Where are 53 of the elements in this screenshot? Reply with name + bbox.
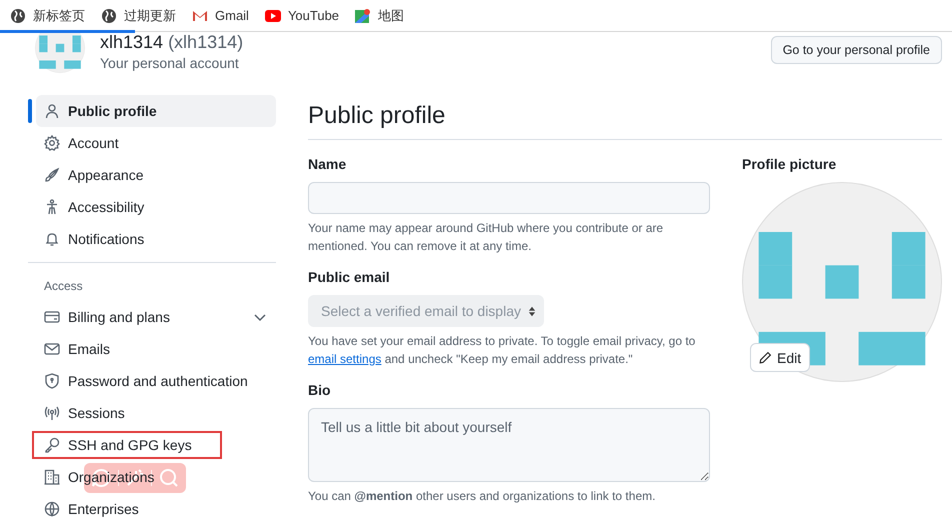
building-icon bbox=[44, 469, 60, 485]
sidebar-item[interactable]: Enterprises bbox=[36, 493, 276, 518]
profile-identicon bbox=[742, 182, 942, 382]
globe-icon bbox=[44, 501, 60, 517]
field-label: Public email bbox=[308, 269, 391, 287]
map-icon bbox=[355, 8, 372, 24]
play-icon bbox=[264, 8, 281, 24]
pencil-icon bbox=[759, 351, 772, 364]
broadcast-icon bbox=[44, 405, 60, 421]
sidebar-item[interactable]: Emails bbox=[36, 333, 276, 365]
sidebar-item[interactable]: Account bbox=[36, 127, 276, 159]
globe-icon bbox=[10, 8, 26, 24]
help-text: Your name may appear around GitHub where you contribute or are mentioned. You can remove it at any time. bbox=[308, 220, 664, 255]
shield-icon bbox=[44, 373, 60, 389]
avatar-identicon bbox=[35, 32, 85, 73]
field-label: Bio bbox=[308, 382, 332, 400]
selection-indicator bbox=[28, 99, 32, 123]
sidebar-item[interactable]: Accessibility bbox=[36, 191, 276, 223]
edit-button[interactable]: Edit bbox=[750, 343, 810, 372]
email-settings-link[interactable]: email settings bbox=[308, 352, 382, 366]
page-title: Public profile bbox=[308, 102, 942, 140]
accessibility-icon bbox=[44, 199, 60, 215]
sidebar-item[interactable]: Password and authentication bbox=[36, 365, 276, 397]
help-text: You have set your email address to private. To toggle email privacy, go to email settings and uncheck "Keep my email address private." bbox=[308, 333, 696, 368]
bookmark[interactable]: 新标签页 bbox=[10, 6, 85, 24]
sidebar-item[interactable]: Sessions bbox=[36, 397, 276, 429]
section-heading: Access bbox=[43, 278, 84, 295]
globe-icon bbox=[101, 8, 117, 24]
brush-icon bbox=[44, 167, 60, 183]
person-icon bbox=[44, 103, 60, 119]
bookmark[interactable]: 地图 bbox=[355, 6, 404, 24]
bookmark[interactable]: YouTube bbox=[264, 8, 340, 24]
bell-icon bbox=[44, 231, 60, 247]
sidebar-item[interactable]: Billing and plans bbox=[36, 301, 276, 333]
sort-icon bbox=[528, 306, 536, 316]
name-field[interactable] bbox=[308, 182, 710, 214]
mail-icon bbox=[44, 341, 60, 357]
profile-button[interactable]: Go to your personal profile bbox=[770, 36, 942, 64]
account-name: xlh1314 (xlh1314) bbox=[100, 32, 244, 52]
field-label: Name bbox=[308, 156, 348, 174]
key-icon bbox=[44, 437, 60, 453]
sidebar-item[interactable]: Appearance bbox=[36, 159, 276, 191]
account-subtitle: Your personal account bbox=[100, 55, 240, 71]
sidebar-item[interactable]: Organizations bbox=[36, 461, 276, 493]
field-label: Profile picture bbox=[742, 156, 838, 174]
gear-icon bbox=[44, 135, 60, 151]
help-text: You can @mention other users and organizations to link to them. bbox=[308, 488, 656, 505]
sidebar-item[interactable]: SSH and GPG keys bbox=[30, 429, 224, 461]
bookmark[interactable]: 过期更新 bbox=[101, 6, 176, 24]
bookmark[interactable]: Gmail bbox=[192, 8, 249, 24]
sidebar-item[interactable]: Notifications bbox=[36, 223, 276, 255]
bio-field[interactable]: Tell us a little bit about yourself bbox=[308, 408, 710, 482]
card-icon bbox=[44, 309, 60, 325]
